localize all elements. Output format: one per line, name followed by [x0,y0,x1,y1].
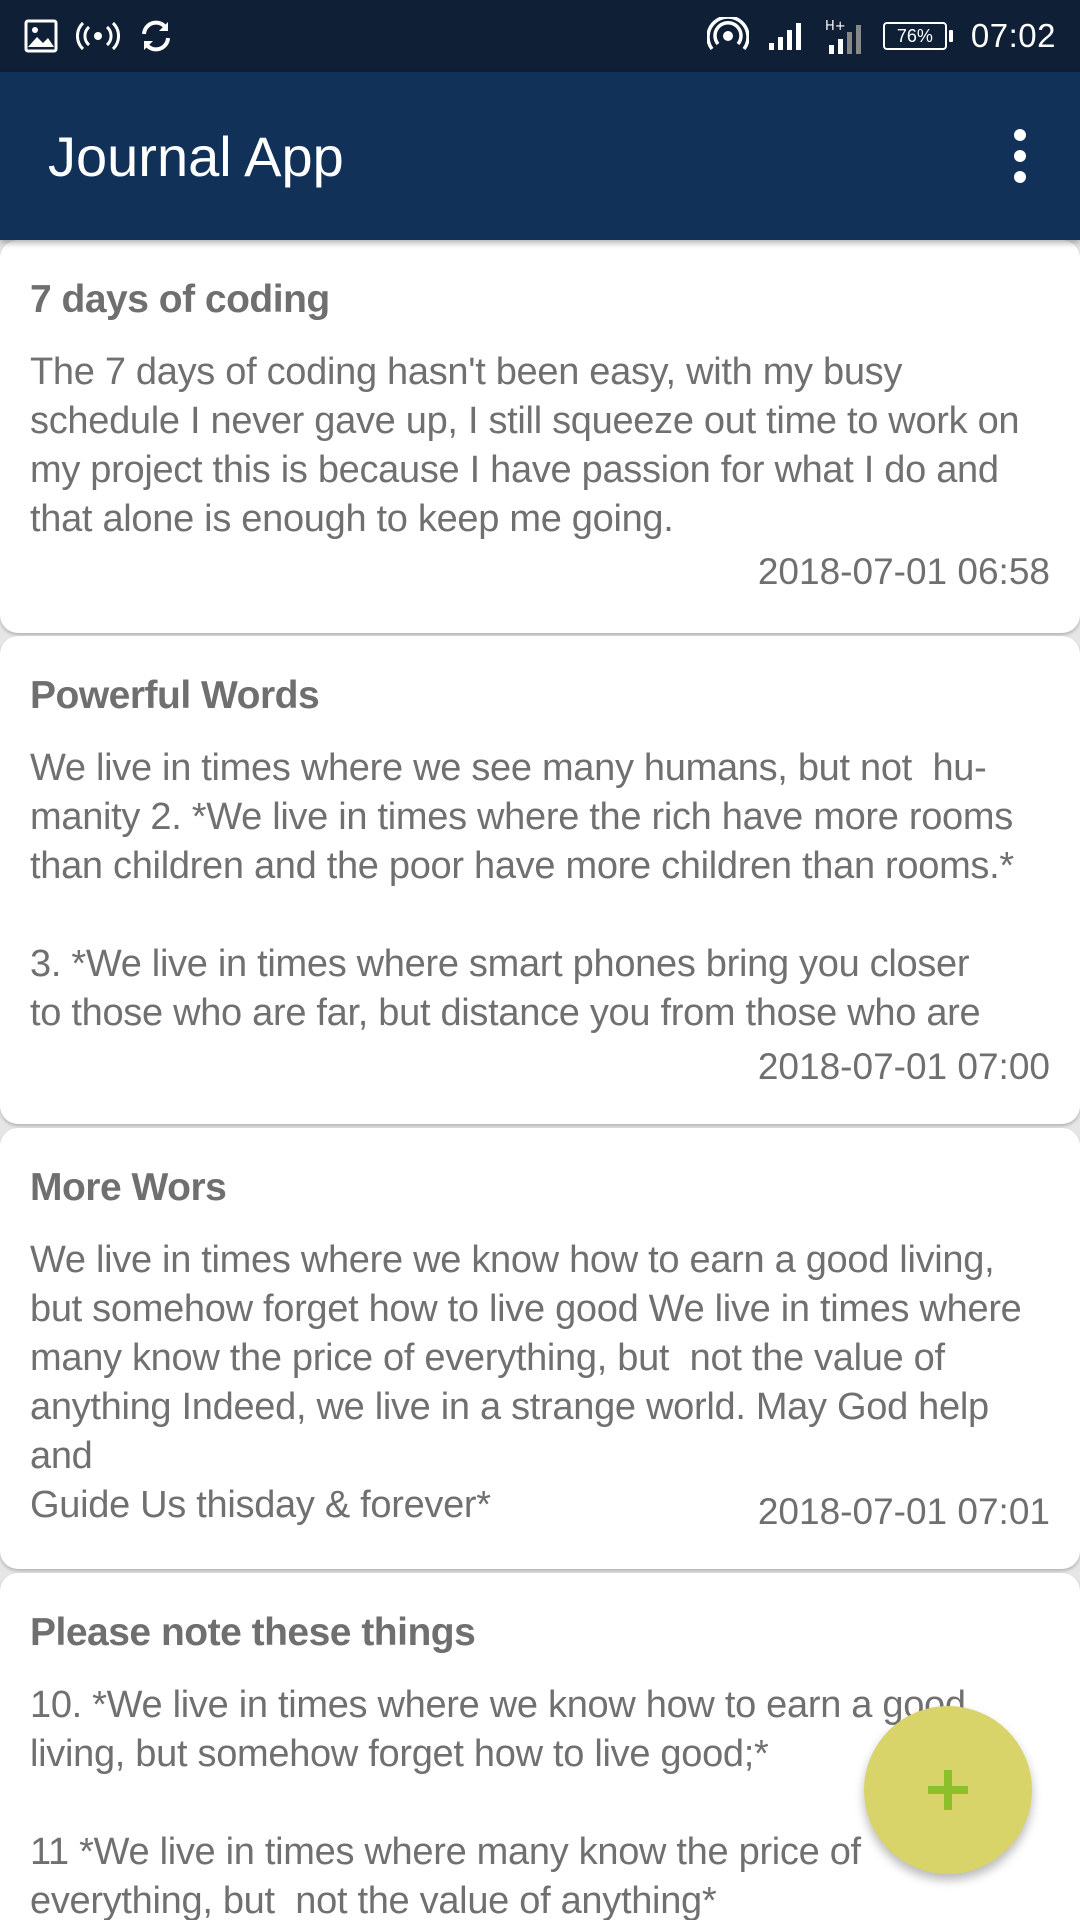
wifi-icon [706,17,749,55]
svg-text:H+: H+ [825,19,846,34]
entry-title: Powerful Words [30,674,320,717]
journal-entry-card[interactable]: Powerful Words We live in times where we… [0,636,1080,1124]
signal-secondary-icon: H+ [825,17,865,55]
image-icon [24,19,58,53]
signal-icon [767,21,807,51]
add-icon [928,1770,968,1810]
menu-dot [1014,129,1026,141]
add-entry-button[interactable] [864,1706,1032,1874]
battery-cap [948,30,953,42]
entry-date: 2018-07-01 06:58 [757,551,1050,592]
entry-date: 2018-07-01 07:01 [757,1491,1050,1532]
sync-icon [138,18,174,54]
menu-dot [1014,171,1026,183]
status-icons-left [24,18,174,54]
app-bar: Journal App [0,72,1080,240]
entry-title: More Wors [30,1166,227,1209]
app-title: Journal App [48,124,344,188]
entry-body: We live in times where we see many human… [30,747,1014,1034]
journal-entry-list[interactable]: 7 days of coding The 7 days of coding ha… [0,240,1080,1920]
status-icons-right: H+ 76% 07:02 [706,17,1056,55]
more-vert-icon[interactable] [1000,111,1040,201]
entry-title: Please note these things [30,1611,476,1654]
entry-body: We live in times where we know how to ea… [30,1239,1022,1526]
clock: 07:02 [970,17,1056,54]
hotspot-icon [76,21,120,51]
battery-level-label: 76% [882,22,947,50]
entry-title: 7 days of coding [30,278,330,321]
battery-indicator: 76% [882,22,953,50]
status-bar: H+ 76% 07:02 [0,0,1080,72]
menu-dot [1014,150,1026,162]
entry-date: 2018-07-01 07:00 [757,1046,1050,1087]
journal-entry-card[interactable]: More Wors We live in times where we know… [0,1128,1080,1569]
entry-body: The 7 days of coding hasn't been easy, w… [30,351,1020,540]
journal-entry-card[interactable]: 7 days of coding The 7 days of coding ha… [0,240,1080,633]
